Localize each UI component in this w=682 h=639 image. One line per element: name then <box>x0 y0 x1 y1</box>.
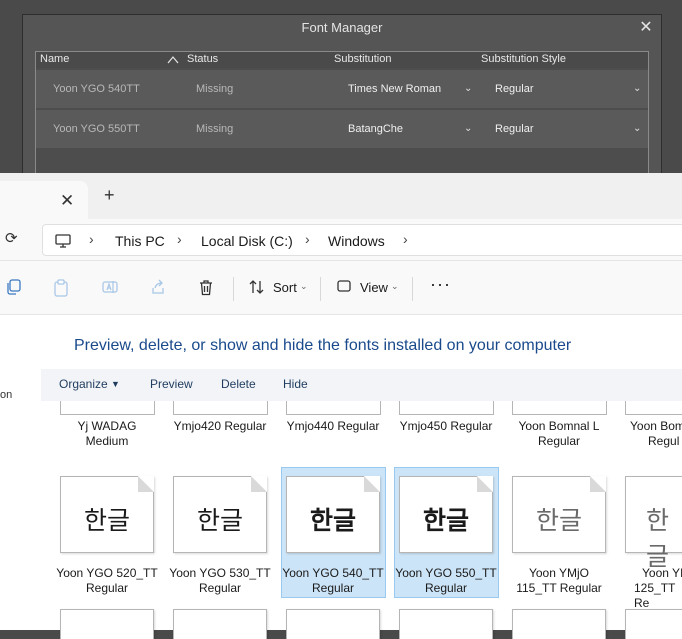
font-thumbnail[interactable] <box>625 401 682 415</box>
font-item-label[interactable]: Ymjo440 Regular <box>280 419 386 434</box>
chevron-right-icon[interactable]: › <box>89 231 94 247</box>
font-thumbnail[interactable] <box>512 401 607 415</box>
font-item-label[interactable]: Yoon YGO 530_TT Regular <box>167 566 273 596</box>
triangle-down-icon[interactable]: ▼ <box>111 379 120 389</box>
chevron-down-icon[interactable]: ⌄ <box>633 70 641 108</box>
font-thumbnail[interactable] <box>625 609 682 639</box>
font-item-label[interactable]: Yoon YMjO 115_TT Regular <box>506 566 612 596</box>
font-thumbnail[interactable] <box>512 609 606 639</box>
font-thumbnail[interactable]: 한글 <box>625 476 682 571</box>
font-item-label[interactable]: Yoon YGO 550_TT Regular <box>393 566 499 596</box>
tab-current[interactable]: ✕ <box>0 181 88 219</box>
substitution-style-select[interactable]: Regular <box>495 110 534 148</box>
font-item-label[interactable]: Ymjo420 Regular <box>167 419 273 434</box>
column-header-substitution[interactable]: Substitution <box>334 52 391 67</box>
breadcrumb-local-disk[interactable]: Local Disk (C:) <box>201 233 293 249</box>
view-icon[interactable] <box>337 279 351 293</box>
chevron-right-icon[interactable]: › <box>305 231 310 247</box>
font-thumbnail[interactable] <box>286 609 380 639</box>
font-table-header: Name Status Substitution Substitution St… <box>36 52 648 68</box>
preview-button[interactable]: Preview <box>150 377 193 391</box>
font-status: Missing <box>196 123 234 135</box>
font-name: Yoon YGO 540TT <box>53 83 140 95</box>
toolbar-divider <box>412 277 413 301</box>
view-button[interactable]: View <box>360 280 388 295</box>
font-thumbnail[interactable] <box>173 401 268 415</box>
sidebar-item-label[interactable]: on <box>0 389 12 401</box>
font-item-label[interactable]: Yoon YGO 540_TT Regular <box>280 566 386 596</box>
close-icon[interactable]: ✕ <box>635 17 657 39</box>
sort-icon[interactable] <box>248 279 266 295</box>
chevron-down-icon[interactable]: ⌄ <box>464 110 472 148</box>
breadcrumb-this-pc[interactable]: This PC <box>115 233 165 249</box>
share-icon[interactable] <box>150 279 166 295</box>
font-thumbnail[interactable] <box>399 609 493 639</box>
organize-button[interactable]: Organize <box>59 377 108 391</box>
substitution-select[interactable]: BatangChe <box>348 110 403 148</box>
font-item-label[interactable]: Yoon YI 125_TT Re <box>624 566 682 611</box>
font-thumbnail[interactable]: 한글 <box>399 476 493 553</box>
delete-button[interactable]: Delete <box>221 377 256 391</box>
sort-button[interactable]: Sort <box>273 280 297 295</box>
delete-icon[interactable] <box>198 279 214 296</box>
substitution-style-select[interactable]: Regular <box>495 70 534 108</box>
substitution-select[interactable]: Times New Roman <box>348 70 441 108</box>
refresh-icon[interactable]: ⟳ <box>5 229 18 247</box>
breadcrumb-windows[interactable]: Windows <box>328 233 385 249</box>
chevron-right-icon[interactable]: › <box>403 231 408 247</box>
font-item-label[interactable]: Yoon Bom Regul <box>630 419 682 449</box>
font-thumbnail[interactable]: 한글 <box>173 476 267 553</box>
font-thumbnail[interactable] <box>60 401 155 415</box>
chevron-down-icon[interactable]: ⌄ <box>300 281 308 292</box>
font-thumbnail[interactable]: 한글 <box>286 476 380 553</box>
font-thumbnail[interactable] <box>286 401 381 415</box>
sort-ascending-icon[interactable] <box>166 53 180 67</box>
font-thumbnail[interactable]: 한글 <box>60 476 154 553</box>
table-row[interactable]: Yoon YGO 540TT Missing Times New Roman ⌄… <box>36 70 648 108</box>
font-item-label[interactable]: Yoon YGO 520_TT Regular <box>54 566 160 596</box>
content-pane: on Preview, delete, or show and hide the… <box>0 315 682 639</box>
command-bar: Sort ⌄ View ⌄ ··· <box>0 261 682 315</box>
font-name: Yoon YGO 550TT <box>53 123 140 135</box>
font-status: Missing <box>196 83 234 95</box>
computer-icon <box>55 234 71 248</box>
font-thumbnail[interactable] <box>399 401 494 415</box>
column-header-substitution-style[interactable]: Substitution Style <box>481 52 566 67</box>
hide-button[interactable]: Hide <box>283 377 308 391</box>
chevron-down-icon[interactable]: ⌄ <box>391 281 399 292</box>
address-bar[interactable]: › This PC › Local Disk (C:) › Windows › <box>42 224 682 256</box>
table-row[interactable]: Yoon YGO 550TT Missing BatangChe ⌄ Regul… <box>36 110 648 148</box>
address-bar-row: ⟳ › This PC › Local Disk (C:) › Windows … <box>0 219 682 261</box>
font-manager-dialog: Font Manager ✕ Name Status Substitution … <box>22 14 662 201</box>
toolbar-divider <box>320 277 321 301</box>
fonts-action-bar: Organize ▼ Preview Delete Hide <box>41 369 682 401</box>
new-tab-icon[interactable]: + <box>104 185 115 206</box>
column-header-status[interactable]: Status <box>187 52 218 67</box>
more-options-icon[interactable]: ··· <box>430 274 451 295</box>
font-item-label[interactable]: Yj WADAG Medium <box>54 419 160 449</box>
page-title: Preview, delete, or show and hide the fo… <box>74 337 572 354</box>
chevron-down-icon[interactable]: ⌄ <box>464 70 472 108</box>
close-tab-icon[interactable]: ✕ <box>60 191 74 211</box>
font-thumbnail[interactable] <box>60 609 154 639</box>
font-item-label[interactable]: Ymjo450 Regular <box>393 419 499 434</box>
column-header-name[interactable]: Name <box>40 52 69 67</box>
font-thumbnail[interactable] <box>173 609 267 639</box>
rename-icon[interactable] <box>102 279 118 295</box>
toolbar-divider <box>233 277 234 301</box>
file-explorer-window: ✕ + ⟳ › This PC › Local Disk (C:) › Wind… <box>0 173 682 639</box>
copy-icon[interactable] <box>6 279 22 295</box>
font-item-label[interactable]: Yoon Bomnal L Regular <box>506 419 612 449</box>
chevron-down-icon[interactable]: ⌄ <box>633 110 641 148</box>
paste-icon[interactable] <box>53 279 69 297</box>
tab-bar: ✕ + <box>0 173 682 219</box>
font-thumbnail[interactable]: 한글 <box>512 476 606 553</box>
chevron-right-icon[interactable]: › <box>177 231 182 247</box>
font-manager-title: Font Manager <box>301 20 383 35</box>
